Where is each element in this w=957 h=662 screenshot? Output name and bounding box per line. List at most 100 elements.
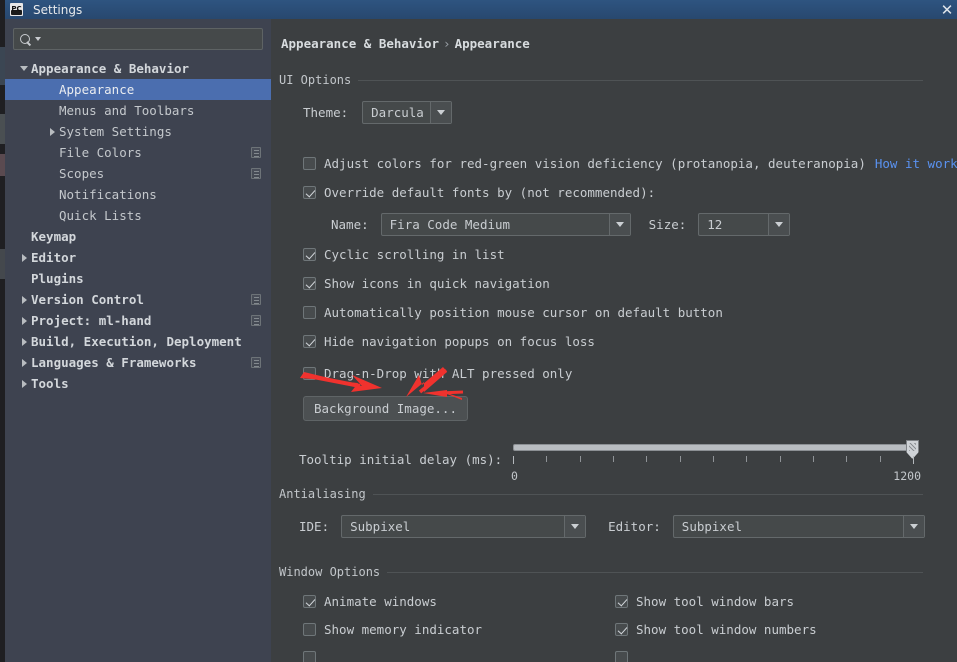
show-icons-quicknav-checkbox[interactable] <box>303 277 316 290</box>
adjust-colors-label: Adjust colors for red-green vision defic… <box>324 156 866 171</box>
slider-tick <box>679 456 681 462</box>
cyclic-scrolling-checkbox[interactable] <box>303 248 316 261</box>
override-fonts-label: Override default fonts by (not recommend… <box>324 185 656 200</box>
chevron-down-icon[interactable] <box>608 214 630 235</box>
chevron-right-icon[interactable] <box>17 352 31 373</box>
font-size-select[interactable]: 12 <box>698 213 791 236</box>
slider-tick <box>513 456 514 464</box>
theme-value: Darcula <box>371 105 424 120</box>
drag-n-drop-row: Drag-n-Drop with ALT pressed only <box>303 366 572 381</box>
drag-n-drop-checkbox[interactable] <box>303 367 316 380</box>
editor-antialiasing-select[interactable]: Subpixel <box>672 515 925 538</box>
font-name-select[interactable]: Fira Code Medium <box>380 213 631 236</box>
chevron-down-icon[interactable] <box>902 516 924 537</box>
theme-label: Theme: <box>303 105 349 120</box>
chevron-down-icon[interactable] <box>430 102 452 123</box>
chevron-down-icon[interactable] <box>17 58 31 79</box>
section-window-options: Window Options <box>279 565 923 579</box>
hide-nav-popups-checkbox[interactable] <box>303 335 316 348</box>
sidebar-item-version-control[interactable]: Version Control <box>5 289 271 310</box>
slider-tick <box>546 456 548 462</box>
drag-n-drop-label: Drag-n-Drop with ALT pressed only <box>324 366 573 381</box>
tooltip-delay-label: Tooltip initial delay (ms): <box>299 452 503 467</box>
override-fonts-checkbox[interactable] <box>303 186 316 199</box>
sidebar-item-label: Keymap <box>31 229 77 244</box>
sidebar-item-scopes[interactable]: Scopes <box>5 163 271 184</box>
chevron-right-icon[interactable] <box>45 121 59 142</box>
theme-select[interactable]: Darcula <box>362 101 453 124</box>
show-icons-quicknav-label: Show icons in quick navigation <box>324 276 550 291</box>
sidebar-item-keymap[interactable]: Keymap <box>5 226 271 247</box>
font-row: Name: Fira Code Medium Size: 12 <box>331 213 791 236</box>
project-config-icon <box>251 357 261 368</box>
sidebar-item-languages-frameworks[interactable]: Languages & Frameworks <box>5 352 271 373</box>
clipped-label-left <box>324 651 332 662</box>
slider-tick <box>713 456 714 462</box>
divider <box>387 571 923 573</box>
tooltip-delay-slider[interactable]: 0 1200 <box>511 439 921 485</box>
hide-nav-popups-row: Hide navigation popups on focus loss <box>303 334 595 349</box>
chevron-right-icon[interactable] <box>17 331 31 352</box>
sidebar-item-project-ml-hand[interactable]: Project: ml-hand <box>5 310 271 331</box>
clipped-row-right <box>615 651 644 662</box>
pycharm-icon <box>10 2 23 16</box>
titlebar-left-gap <box>0 0 5 19</box>
search-box[interactable] <box>13 28 263 50</box>
slider-tick <box>613 456 614 462</box>
sidebar-item-label: Quick Lists <box>59 208 142 223</box>
sidebar-item-file-colors[interactable]: File Colors <box>5 142 271 163</box>
chevron-right-icon[interactable] <box>17 289 31 310</box>
sidebar-item-label: Editor <box>31 250 77 265</box>
breadcrumb-current: Appearance <box>454 36 530 51</box>
section-ui-options-label: UI Options <box>279 73 352 87</box>
sidebar-item-appearance[interactable]: Appearance <box>5 79 271 100</box>
ide-antialiasing-label: IDE: <box>299 519 330 534</box>
background-image-button[interactable]: Background Image... <box>303 396 468 421</box>
show-tool-window-bars-checkbox[interactable] <box>615 595 628 608</box>
search-input[interactable] <box>41 32 262 46</box>
slider-tick <box>579 456 581 462</box>
clipped-checkbox-left[interactable] <box>303 651 316 662</box>
sidebar-item-editor[interactable]: Editor <box>5 247 271 268</box>
sidebar-item-label: Scopes <box>59 166 105 181</box>
chevron-right-icon[interactable] <box>17 247 31 268</box>
sidebar-item-label: File Colors <box>59 145 142 160</box>
sidebar-item-plugins[interactable]: Plugins <box>5 268 271 289</box>
slider-tick <box>746 456 748 462</box>
clipped-checkbox-right[interactable] <box>615 651 628 662</box>
close-icon[interactable]: ✕ <box>933 0 957 19</box>
slider-track[interactable] <box>513 444 913 451</box>
auto-position-cursor-checkbox[interactable] <box>303 306 316 319</box>
ide-antialiasing-select[interactable]: Subpixel <box>341 515 587 538</box>
antialiasing-row: IDE: Subpixel Editor: Subpixel <box>299 515 925 538</box>
sidebar-item-label: Build, Execution, Deployment <box>31 334 242 349</box>
slider-min-label: 0 <box>511 469 518 483</box>
sidebar-item-menus-and-toolbars[interactable]: Menus and Toolbars <box>5 100 271 121</box>
hide-nav-popups-label: Hide navigation popups on focus loss <box>324 334 595 349</box>
show-tool-window-numbers-checkbox[interactable] <box>615 623 628 636</box>
sidebar-item-build-execution-deployment[interactable]: Build, Execution, Deployment <box>5 331 271 352</box>
sidebar-item-system-settings[interactable]: System Settings <box>5 121 271 142</box>
slider-tick <box>779 456 781 462</box>
chevron-right-icon[interactable] <box>17 373 31 394</box>
sidebar-item-label: Project: ml-hand <box>31 313 152 328</box>
slider-tick <box>646 456 648 462</box>
sidebar-item-notifications[interactable]: Notifications <box>5 184 271 205</box>
breadcrumb-parent[interactable]: Appearance & Behavior <box>281 36 439 51</box>
sidebar-item-tools[interactable]: Tools <box>5 373 271 394</box>
settings-main-panel: Appearance & Behavior › Appearance UI Opti… <box>271 19 957 662</box>
adjust-colors-checkbox[interactable] <box>303 157 316 170</box>
chevron-down-icon[interactable] <box>564 516 586 537</box>
project-config-icon <box>251 147 261 158</box>
show-memory-indicator-checkbox[interactable] <box>303 623 316 636</box>
sidebar-item-appearance-behavior[interactable]: Appearance & Behavior <box>5 58 271 79</box>
animate-windows-checkbox[interactable] <box>303 595 316 608</box>
chevron-down-icon[interactable] <box>768 214 790 235</box>
sidebar-item-label: Tools <box>31 376 69 391</box>
chevron-right-icon[interactable] <box>17 310 31 331</box>
sidebar-item-quick-lists[interactable]: Quick Lists <box>5 205 271 226</box>
how-it-works-link[interactable]: How it works <box>875 156 957 171</box>
